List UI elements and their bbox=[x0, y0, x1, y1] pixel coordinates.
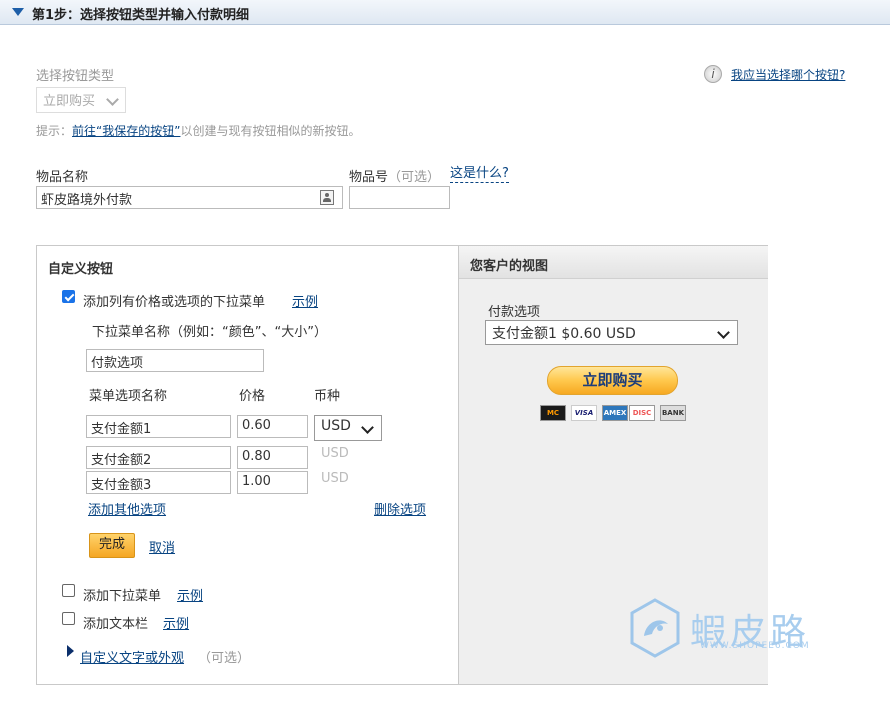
chevron-down-icon bbox=[106, 93, 119, 106]
chevron-down-icon bbox=[717, 326, 730, 339]
mastercard-icon: MC bbox=[540, 405, 566, 421]
option-name-input[interactable]: 支付金额1 bbox=[86, 415, 231, 438]
item-name-input[interactable]: 虾皮路境外付款 bbox=[36, 186, 343, 209]
dropdown-price-label: 添加列有价格或选项的下拉菜单 bbox=[83, 295, 266, 310]
delete-option-link[interactable]: 删除选项 bbox=[374, 499, 426, 518]
add-textfield-label: 添加文本栏 bbox=[83, 617, 149, 632]
currency-text: USD bbox=[321, 471, 349, 486]
preview-heading: 您客户的视图 bbox=[470, 259, 549, 274]
add-dropdown-checkbox[interactable] bbox=[62, 584, 75, 597]
chevron-down-icon bbox=[361, 421, 374, 434]
bank-icon: BANK bbox=[660, 405, 686, 421]
tip-prefix: 提示： bbox=[36, 124, 73, 138]
discover-icon: DISC bbox=[629, 405, 655, 421]
item-id-label: 物品号 bbox=[349, 170, 389, 185]
menu-name-label: 下拉菜单名称（例如：“颜色”、“大小”） bbox=[92, 325, 327, 340]
add-dropdown-example-link[interactable]: 示例 bbox=[177, 585, 203, 604]
dropdown-price-checkbox[interactable] bbox=[62, 290, 75, 303]
item-id-optional: （可选） bbox=[388, 170, 441, 185]
payment-options-select[interactable]: 支付金额1 $0.60 USD bbox=[485, 320, 738, 345]
custom-text-optional: （可选） bbox=[198, 651, 251, 666]
item-id-label-row: 物品号（可选） bbox=[349, 166, 440, 185]
done-button[interactable]: 完成 bbox=[89, 533, 135, 558]
item-name-value: 虾皮路境外付款 bbox=[41, 193, 133, 208]
cancel-link[interactable]: 取消 bbox=[149, 537, 175, 556]
custom-text-link[interactable]: 自定义文字或外观 bbox=[80, 647, 184, 666]
preview-header: 您客户的视图 bbox=[459, 246, 768, 279]
shrimp-logo-icon bbox=[628, 598, 682, 658]
amex-icon: AMEX bbox=[602, 405, 628, 421]
what-is-this-link[interactable]: 这是什么? bbox=[450, 166, 509, 183]
buy-now-button[interactable]: 立即购买 bbox=[547, 366, 678, 395]
currency-select[interactable]: USD bbox=[314, 415, 382, 441]
currency-text: USD bbox=[321, 446, 349, 461]
button-type-value: 立即购买 bbox=[43, 94, 96, 109]
tip-line: 提示：前往“我保存的按钮”以创建与现有按钮相似的新按钮。 bbox=[36, 122, 360, 139]
payment-options-value: 支付金额1 $0.60 USD bbox=[492, 326, 636, 342]
option-name-input[interactable]: 支付金额2 bbox=[86, 446, 231, 469]
step-header[interactable]: 第1步：选择按钮类型并输入付款明细 bbox=[0, 0, 890, 25]
menu-name-input[interactable]: 付款选项 bbox=[86, 349, 264, 372]
dropdown-price-example-link[interactable]: 示例 bbox=[292, 291, 318, 310]
button-type-select[interactable]: 立即购买 bbox=[36, 87, 126, 113]
add-textfield-example-link[interactable]: 示例 bbox=[163, 613, 189, 632]
expand-triangle-icon[interactable] bbox=[67, 645, 74, 657]
customize-heading: 自定义按钮 bbox=[48, 262, 114, 277]
contact-card-icon[interactable] bbox=[320, 190, 334, 205]
info-icon: i bbox=[704, 65, 722, 83]
item-id-input[interactable] bbox=[349, 186, 450, 209]
collapse-triangle-icon[interactable] bbox=[12, 8, 24, 16]
add-option-link[interactable]: 添加其他选项 bbox=[88, 499, 166, 518]
option-name-input[interactable]: 支付金额3 bbox=[86, 471, 231, 494]
col-option-header: 菜单选项名称 bbox=[89, 389, 168, 404]
saved-buttons-link[interactable]: 前往“我保存的按钮” bbox=[72, 124, 180, 138]
option-price-input[interactable]: 0.60 bbox=[237, 415, 308, 438]
currency-value: USD bbox=[321, 418, 351, 434]
add-textfield-checkbox[interactable] bbox=[62, 612, 75, 625]
option-price-input[interactable]: 1.00 bbox=[237, 471, 308, 494]
visa-icon: VISA bbox=[571, 405, 597, 421]
step-title: 第1步：选择按钮类型并输入付款明细 bbox=[32, 8, 250, 23]
item-name-label: 物品名称 bbox=[36, 170, 89, 185]
add-dropdown-label: 添加下拉菜单 bbox=[83, 589, 162, 604]
col-price-header: 价格 bbox=[239, 389, 266, 404]
watermark-url: WWW.SHOPEE6.COM bbox=[700, 641, 810, 651]
payment-options-label: 付款选项 bbox=[488, 305, 541, 320]
which-button-help-link[interactable]: 我应当选择哪个按钮? bbox=[731, 66, 845, 83]
button-type-label: 选择按钮类型 bbox=[36, 69, 115, 84]
option-price-input[interactable]: 0.80 bbox=[237, 446, 308, 469]
col-currency-header: 币种 bbox=[314, 389, 341, 404]
tip-suffix: 以创建与现有按钮相似的新按钮。 bbox=[180, 124, 361, 138]
